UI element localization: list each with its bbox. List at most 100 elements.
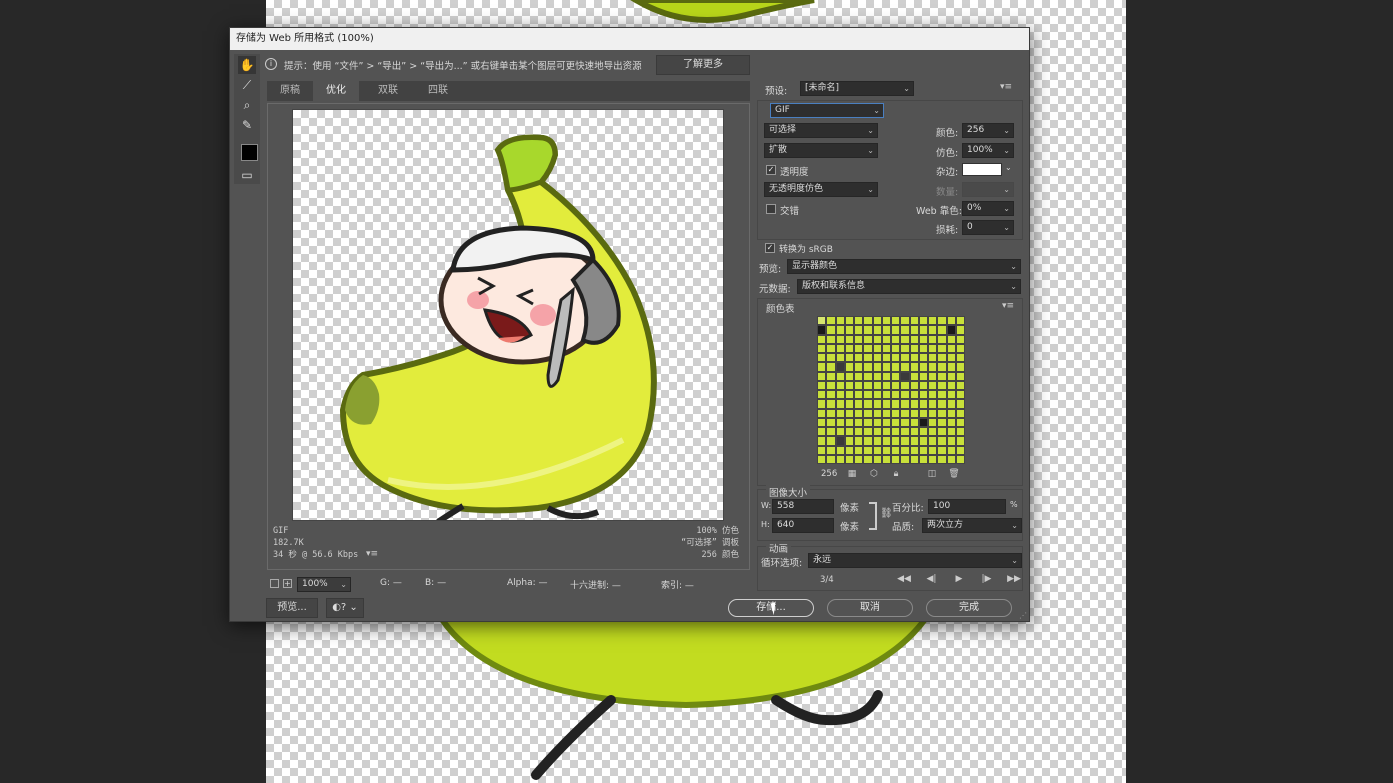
color-swatch[interactable] xyxy=(826,417,836,427)
color-swatch[interactable] xyxy=(891,334,901,344)
color-swatch[interactable] xyxy=(918,436,928,446)
color-swatch[interactable] xyxy=(863,417,873,427)
zoom-tool-icon[interactable]: ⌕ xyxy=(238,96,256,114)
color-swatch[interactable] xyxy=(900,390,910,400)
preview-in-browser-button[interactable]: 预览... xyxy=(266,598,318,618)
color-swatch[interactable] xyxy=(900,316,910,326)
color-swatch[interactable] xyxy=(955,371,965,381)
color-swatch[interactable] xyxy=(881,417,891,427)
color-swatch[interactable] xyxy=(900,436,910,446)
color-swatch[interactable] xyxy=(928,417,938,427)
color-swatch[interactable] xyxy=(937,427,947,437)
color-swatch[interactable] xyxy=(909,316,919,326)
color-swatch[interactable] xyxy=(844,362,854,372)
color-swatch[interactable] xyxy=(909,399,919,409)
color-swatch[interactable] xyxy=(918,316,928,326)
color-swatch[interactable] xyxy=(955,316,965,326)
color-swatch[interactable] xyxy=(909,445,919,455)
color-swatch[interactable] xyxy=(946,399,956,409)
color-swatch[interactable] xyxy=(826,343,836,353)
color-swatch[interactable] xyxy=(928,399,938,409)
color-swatch[interactable] xyxy=(844,390,854,400)
color-swatch[interactable] xyxy=(854,362,864,372)
color-swatch[interactable] xyxy=(844,445,854,455)
color-swatch[interactable] xyxy=(937,380,947,390)
last-frame-icon[interactable]: ▶▶ xyxy=(1006,573,1022,585)
color-swatch[interactable] xyxy=(946,325,956,335)
color-swatch[interactable] xyxy=(844,417,854,427)
color-swatch[interactable] xyxy=(918,362,928,372)
resize-grip-icon[interactable]: ⋰ xyxy=(1019,611,1027,620)
color-swatch[interactable] xyxy=(872,362,882,372)
color-swatch[interactable] xyxy=(900,325,910,335)
color-swatch[interactable] xyxy=(881,325,891,335)
color-swatch[interactable] xyxy=(844,399,854,409)
color-swatch[interactable] xyxy=(826,454,836,464)
color-swatch[interactable] xyxy=(826,390,836,400)
color-swatch[interactable] xyxy=(863,380,873,390)
color-swatch[interactable] xyxy=(881,316,891,326)
color-swatch[interactable] xyxy=(955,334,965,344)
tab-optimized[interactable]: 优化 xyxy=(313,81,359,101)
color-swatch[interactable] xyxy=(826,371,836,381)
map-to-transparent-icon[interactable]: ▦ xyxy=(844,468,860,480)
colors-select[interactable]: 256 ⌄ xyxy=(962,123,1014,138)
color-swatch[interactable] xyxy=(937,417,947,427)
color-swatch[interactable] xyxy=(863,334,873,344)
color-swatch[interactable] xyxy=(937,436,947,446)
color-swatch[interactable] xyxy=(881,334,891,344)
color-swatch[interactable] xyxy=(928,408,938,418)
color-swatch[interactable] xyxy=(891,390,901,400)
color-swatch[interactable] xyxy=(955,399,965,409)
color-swatch[interactable] xyxy=(909,362,919,372)
color-swatch[interactable] xyxy=(844,454,854,464)
color-swatch[interactable] xyxy=(928,436,938,446)
color-swatch[interactable] xyxy=(844,436,854,446)
color-swatch[interactable] xyxy=(891,371,901,381)
hand-tool-icon[interactable]: ✋ xyxy=(238,56,256,74)
color-swatch[interactable] xyxy=(937,325,947,335)
color-swatch[interactable] xyxy=(946,343,956,353)
color-swatch[interactable] xyxy=(835,362,845,372)
color-swatch[interactable] xyxy=(835,445,845,455)
color-swatch[interactable] xyxy=(946,436,956,446)
color-swatch[interactable] xyxy=(900,399,910,409)
color-swatch[interactable] xyxy=(854,334,864,344)
color-swatch[interactable] xyxy=(817,353,827,363)
color-swatch[interactable] xyxy=(817,427,827,437)
color-reduction-select[interactable]: 可选择 ⌄ xyxy=(764,123,878,138)
color-swatch[interactable] xyxy=(863,325,873,335)
new-color-icon[interactable]: ◫ xyxy=(924,468,940,480)
color-swatch[interactable] xyxy=(854,325,864,335)
color-swatch[interactable] xyxy=(937,445,947,455)
color-swatch[interactable] xyxy=(817,343,827,353)
color-swatch[interactable] xyxy=(900,454,910,464)
color-swatch[interactable] xyxy=(891,380,901,390)
color-swatch[interactable] xyxy=(854,408,864,418)
color-swatch[interactable] xyxy=(826,436,836,446)
color-swatch[interactable] xyxy=(909,436,919,446)
color-swatch[interactable] xyxy=(955,417,965,427)
color-swatch[interactable] xyxy=(863,427,873,437)
zoom-in-icon[interactable]: + xyxy=(283,579,292,588)
color-swatch[interactable] xyxy=(863,408,873,418)
color-swatch[interactable] xyxy=(891,408,901,418)
color-swatch[interactable] xyxy=(844,325,854,335)
color-swatch[interactable] xyxy=(826,353,836,363)
color-swatch[interactable] xyxy=(946,408,956,418)
color-swatch[interactable] xyxy=(863,445,873,455)
percent-input[interactable]: 100 xyxy=(928,499,1006,514)
color-swatch[interactable] xyxy=(854,427,864,437)
color-swatch[interactable] xyxy=(872,380,882,390)
color-swatch[interactable] xyxy=(946,417,956,427)
color-swatch[interactable] xyxy=(826,399,836,409)
color-swatch[interactable] xyxy=(844,371,854,381)
color-swatch[interactable] xyxy=(937,399,947,409)
color-swatch[interactable] xyxy=(854,390,864,400)
color-swatch[interactable] xyxy=(909,371,919,381)
color-swatch[interactable] xyxy=(918,454,928,464)
color-swatch[interactable] xyxy=(844,380,854,390)
color-swatch[interactable] xyxy=(872,343,882,353)
color-swatch[interactable] xyxy=(909,417,919,427)
zoom-out-icon[interactable] xyxy=(270,579,279,588)
